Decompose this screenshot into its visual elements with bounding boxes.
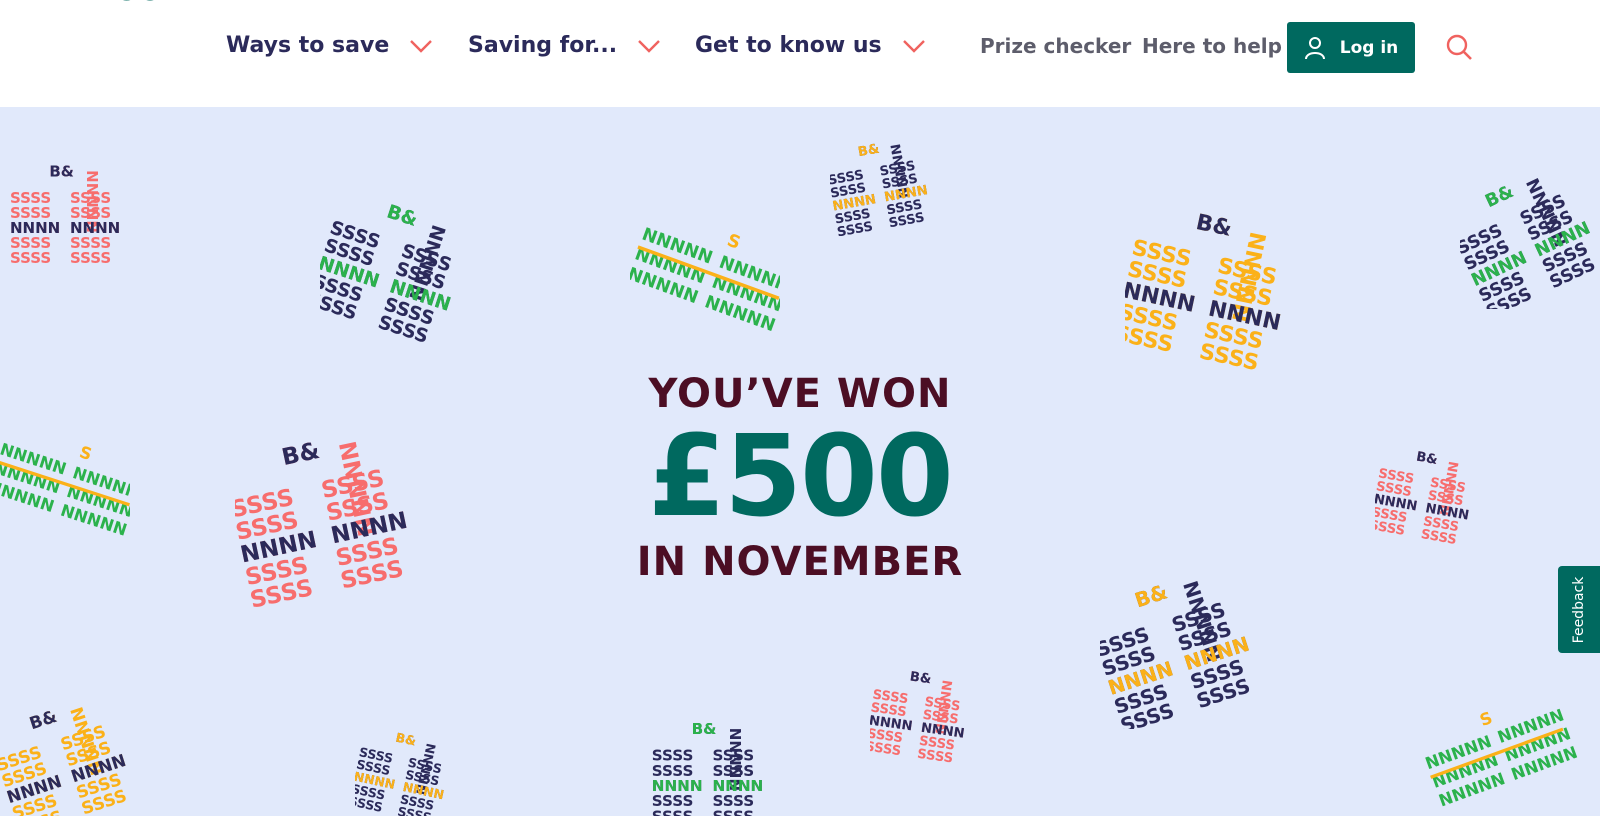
svg-text:B&: B& <box>1194 210 1234 242</box>
svg-text:B&: B& <box>49 163 74 181</box>
hero-banner: B& SSSS SSSS NNNN SSSS SSSS SSSS SSSS NN… <box>0 107 1600 816</box>
gift-decoration-icon: B&NNNN NNNN <box>651 720 764 816</box>
win-month: IN NOVEMBER <box>636 539 964 585</box>
gift-decoration-icon: B&NNNNNNNN <box>0 697 135 816</box>
login-label: Log in <box>1339 37 1399 58</box>
nav-label: Ways to save <box>226 33 390 58</box>
gift-decoration-icon: B&NNNNNNNN <box>1125 205 1300 377</box>
svg-text:S: S <box>724 231 743 254</box>
chevron-down-icon <box>410 39 433 53</box>
nav-label: Saving for... <box>468 33 618 58</box>
svg-text:B&: B& <box>394 730 417 749</box>
svg-text:B&: B& <box>692 720 717 738</box>
login-button[interactable]: Log in <box>1287 22 1415 73</box>
gift-decoration-icon: B&NNNNNNNN <box>355 727 455 816</box>
nav-saving-for[interactable]: Saving for... <box>468 33 661 58</box>
gift-decoration-icon: B&NNNNNNNN <box>1460 169 1600 309</box>
feedback-label: Feedback <box>1571 576 1587 643</box>
nav-ways-to-save[interactable]: Ways to save <box>226 33 433 58</box>
svg-text:B&: B& <box>857 142 881 160</box>
logo-icon[interactable] <box>112 0 172 4</box>
svg-text:B&: B& <box>909 669 932 687</box>
prize-amount: £500 <box>648 412 954 542</box>
gift-decoration-icon: B&NNNNNNNN <box>830 137 934 237</box>
gift-decoration-icon: S NNNNNNNNNN NNNNNNNNNN NNNNNNNNNN <box>630 225 780 337</box>
nav-label: Get to know us <box>695 33 882 58</box>
svg-text:NNNN: NNNN <box>652 777 703 795</box>
gift-decoration-icon: S NNNNNNNNNN NNNNNNNNNN NNNNNNNNNN <box>1423 707 1580 811</box>
gift-decoration-icon: B&NNNNNNNN <box>1100 569 1260 729</box>
prize-checker-link[interactable]: Prize checker <box>980 34 1131 58</box>
svg-text:B&: B& <box>1482 182 1516 212</box>
svg-text:B&: B& <box>384 202 420 231</box>
nav-get-to-know-us[interactable]: Get to know us <box>695 33 926 58</box>
svg-text:NNNN: NNNN <box>70 219 120 237</box>
feedback-tab[interactable]: Feedback <box>1558 566 1600 653</box>
user-icon <box>1304 36 1325 59</box>
search-icon[interactable] <box>1445 33 1473 61</box>
gift-decoration-icon: B&NNNNNNNN <box>870 667 973 767</box>
svg-text:NNNN: NNNN <box>10 219 60 237</box>
gift-decoration-icon: B&NNNN NNNN <box>10 162 121 267</box>
here-to-help-link[interactable]: Here to help <box>1142 34 1282 58</box>
chevron-down-icon <box>638 39 660 53</box>
site-header: Ways to save Saving for... Get to know u… <box>0 0 1600 107</box>
svg-text:B&: B& <box>27 706 59 734</box>
svg-text:S: S <box>1477 708 1495 730</box>
gift-decoration-icon: B&NNNNNNNN <box>320 199 470 344</box>
chevron-down-icon <box>902 39 925 53</box>
svg-text:NNNN: NNNN <box>713 777 764 795</box>
